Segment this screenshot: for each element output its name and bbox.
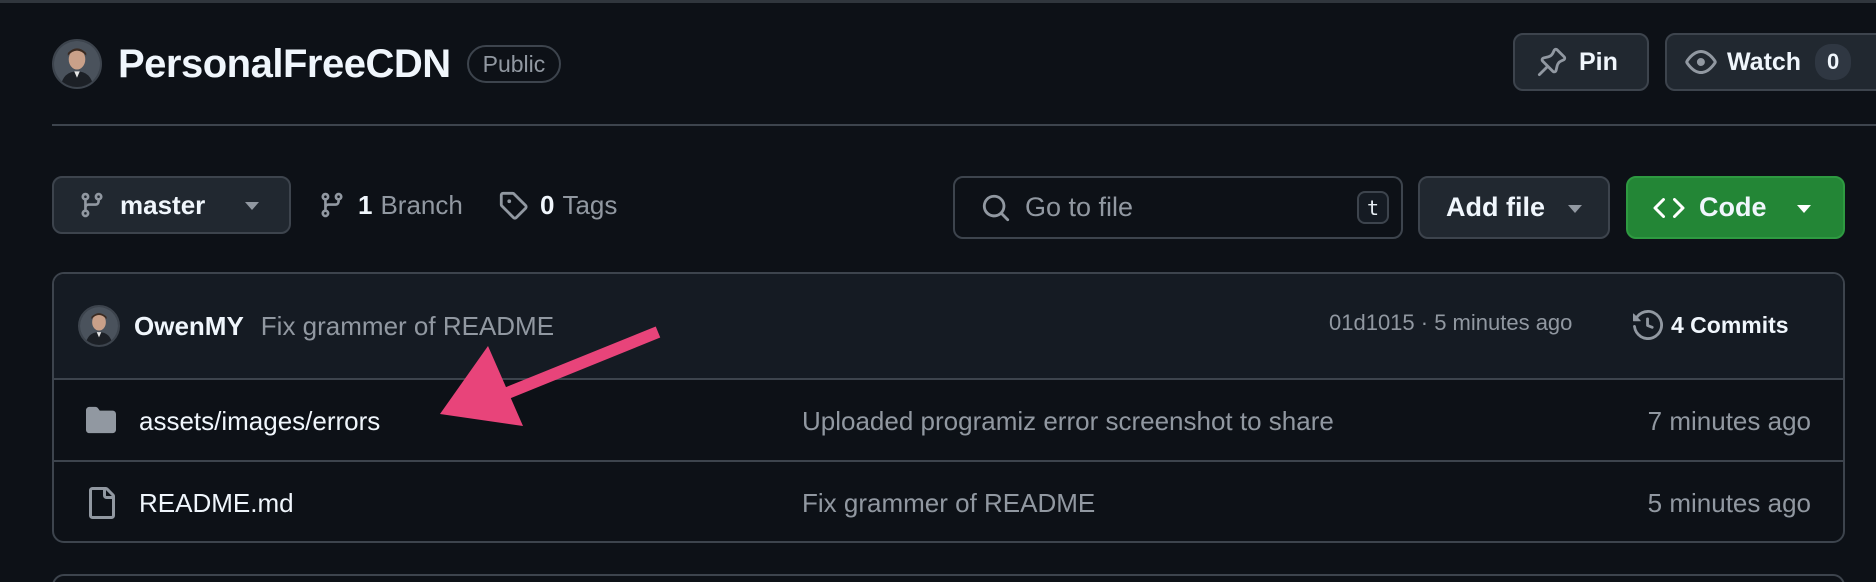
file-icon (89, 487, 115, 519)
pin-button[interactable]: Pin (1513, 33, 1649, 91)
file-commit-age: 5 minutes ago (1647, 488, 1811, 518)
tags-link[interactable]: 0 Tags (498, 176, 617, 234)
file-name-link[interactable]: README.md (139, 488, 294, 519)
tags-count: 0 (540, 189, 555, 220)
annotation-arrow (440, 326, 661, 426)
chevron-down-icon (1797, 205, 1811, 213)
commits-history-link[interactable]: 4 Commits (1633, 310, 1789, 340)
add-file-label: Add file (1446, 192, 1545, 222)
header-divider (52, 124, 1876, 126)
window-top-edge (0, 0, 1876, 3)
commit-hash-and-time[interactable]: 01d1015 · 5 minutes ago (1329, 310, 1572, 336)
go-to-file-input[interactable] (1025, 192, 1345, 223)
watch-count-badge: 0 (1815, 44, 1852, 80)
file-row[interactable]: assets/images/errors Uploaded programiz … (54, 380, 1843, 460)
commit-author-avatar[interactable] (78, 305, 120, 347)
branches-count: 1 (358, 189, 373, 220)
watch-button[interactable]: Watch 0 (1665, 33, 1876, 91)
go-to-file-search[interactable]: t (953, 176, 1403, 239)
chevron-down-icon (1568, 205, 1582, 213)
code-button[interactable]: Code (1626, 176, 1845, 239)
file-commit-age: 7 minutes ago (1647, 406, 1811, 436)
latest-commit-bar: OwenMY Fix grammer of README 01d1015 · 5… (54, 274, 1843, 380)
branches-link[interactable]: 1 Branch (318, 176, 463, 234)
code-icon (1653, 197, 1685, 218)
eye-icon (1685, 50, 1717, 74)
pin-icon (1537, 47, 1567, 77)
commits-label: 4 Commits (1671, 311, 1789, 338)
history-icon (1633, 310, 1663, 340)
git-branch-icon (81, 192, 103, 218)
pin-label: Pin (1579, 47, 1618, 76)
file-row[interactable]: README.md Fix grammer of README 5 minute… (54, 460, 1843, 540)
repo-header: PersonalFreeCDN Public (52, 38, 562, 90)
file-name-link[interactable]: assets/images/errors (139, 406, 380, 437)
visibility-badge: Public (466, 45, 562, 83)
file-commit-message-link[interactable]: Uploaded programiz error screenshot to s… (802, 406, 1334, 437)
readme-panel-edge (52, 574, 1845, 582)
search-icon (982, 194, 1010, 221)
tags-label: Tags (562, 189, 618, 220)
git-branch-icon (321, 192, 343, 218)
owner-avatar[interactable] (52, 39, 102, 89)
branches-label: Branch (380, 189, 463, 220)
repo-name-link[interactable]: PersonalFreeCDN (118, 42, 451, 87)
folder-icon (86, 406, 116, 434)
tag-icon (499, 191, 528, 220)
chevron-down-icon (245, 202, 259, 210)
watch-label: Watch (1727, 47, 1802, 76)
add-file-button[interactable]: Add file (1418, 176, 1610, 239)
branch-name: master (120, 189, 206, 220)
commit-author-link[interactable]: OwenMY (134, 311, 244, 342)
file-commit-message-link[interactable]: Fix grammer of README (802, 488, 1095, 519)
branch-select-button[interactable]: master (52, 176, 291, 234)
code-label: Code (1699, 192, 1767, 222)
file-browser: OwenMY Fix grammer of README 01d1015 · 5… (52, 272, 1845, 543)
keyboard-shortcut-hint: t (1357, 191, 1389, 224)
